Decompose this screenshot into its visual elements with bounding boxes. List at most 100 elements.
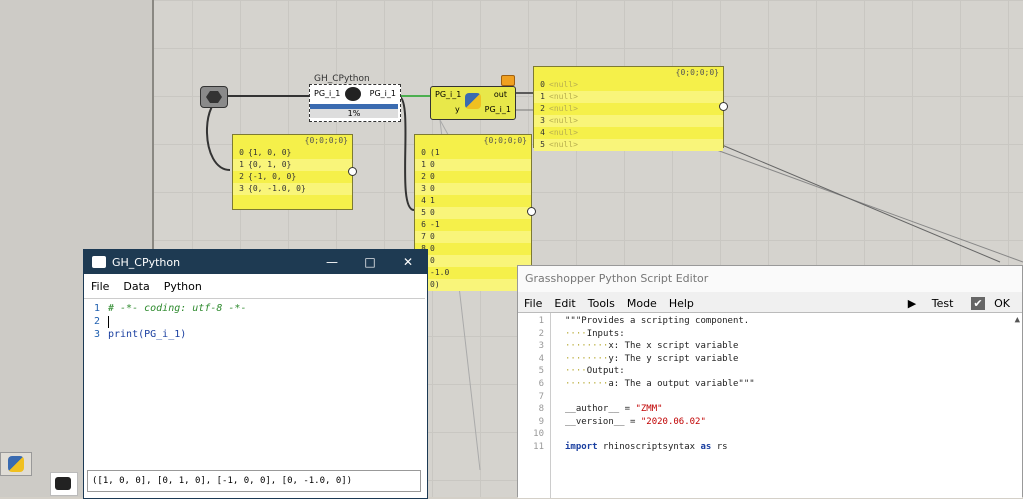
code-text: a: The a output variable""": [608, 379, 755, 389]
gh-dock-icon[interactable]: [50, 472, 78, 496]
panel-row: 0 (1: [415, 147, 531, 159]
menu-mode[interactable]: Mode: [621, 297, 663, 310]
test-label: Test: [931, 296, 954, 310]
panel-rows: 0 <null> 1 <null> 2 <null> 3 <null> 4 <null> 5 <nul…: [534, 79, 723, 151]
row-value: {1, 0, 0}: [248, 148, 292, 157]
gh-cpython-component[interactable]: GH_CPython PG_i_1 PG_i_1 1%: [309, 74, 401, 122]
close-icon[interactable]: ✕: [389, 250, 427, 274]
indent-guide: ····: [565, 328, 587, 339]
menu-file[interactable]: File: [84, 280, 116, 293]
panel-row: 70: [415, 231, 531, 243]
line-number: 9: [538, 416, 544, 427]
panel-row: 1 {0, 1, 0}: [233, 159, 352, 171]
window-titlebar[interactable]: GH_CPython — □ ✕: [84, 250, 427, 274]
panel-grip[interactable]: [719, 102, 728, 111]
play-icon: ▶: [907, 296, 917, 310]
warning-badge: [501, 75, 515, 86]
panel-row: 2 {-1, 0, 0}: [233, 171, 352, 183]
panel-row: 3 {0, -1.0, 0}: [233, 183, 352, 195]
ok-button[interactable]: ✔ OK: [965, 296, 1022, 310]
row-index: 4: [421, 196, 426, 205]
output-console: ([1, 0, 0], [0, 1, 0], [-1, 0, 0], [0, -…: [87, 470, 421, 492]
hexagon-icon: [206, 91, 222, 103]
code-line: """Provides a scripting component.: [565, 316, 749, 326]
scroll-up-icon[interactable]: ▲: [1015, 315, 1020, 325]
row-index: 2: [239, 172, 244, 181]
code-text: __version__ =: [565, 416, 641, 427]
panel-grip[interactable]: [348, 167, 357, 176]
test-button[interactable]: ▶ Test: [896, 297, 966, 310]
hex-param-component[interactable]: [200, 86, 228, 108]
panel-row: 10: [415, 159, 531, 171]
row-value: <null>: [549, 104, 578, 113]
output-out-label: out: [493, 90, 507, 99]
menu-data[interactable]: Data: [116, 280, 156, 293]
python-dock-icon[interactable]: [0, 452, 32, 476]
panel-header: {0;0;0;0}: [304, 136, 348, 145]
menu-python[interactable]: Python: [157, 280, 209, 293]
row-value: 0: [430, 172, 435, 181]
code-line: import rhinoscriptsyntax as rs: [565, 442, 728, 452]
row-value: 0: [430, 244, 435, 253]
panel-row: 5 <null>: [534, 139, 723, 151]
python-script-component[interactable]: PG_i_1 y out PG_i_1: [430, 86, 516, 120]
row-index: 4: [540, 128, 545, 137]
python-logo-icon: [345, 87, 361, 101]
line-number: 11: [533, 442, 544, 452]
menu-edit[interactable]: Edit: [548, 297, 581, 310]
row-value: <null>: [549, 140, 578, 149]
row-index: 5: [421, 208, 426, 217]
input-y-label: y: [455, 105, 460, 114]
line-number: 3: [538, 341, 544, 352]
ok-label: OK: [994, 296, 1010, 310]
panel-grip[interactable]: [527, 207, 536, 216]
panel-output-values[interactable]: {0;0;0;0} 0(110203041506-1708090-1.00): [414, 134, 532, 291]
panel-row: 4 <null>: [534, 127, 723, 139]
panel-null-values[interactable]: {0;0;0;0} 0 <null> 1 <null> 2 <null> 3 <null> 4 <…: [533, 66, 724, 151]
output-label: PG_i_1: [484, 105, 511, 114]
indent-guide: ····: [565, 366, 587, 377]
string-literal: "2020.06.02": [640, 416, 706, 427]
code-text: Inputs:: [586, 328, 625, 339]
panel-row: 90: [415, 255, 531, 267]
row-value: {0, -1.0, 0}: [248, 184, 306, 193]
line-number: 6: [538, 379, 544, 389]
row-value: 0: [430, 160, 435, 169]
row-value: (1: [430, 148, 440, 157]
row-value: {0, 1, 0}: [248, 160, 292, 169]
row-value: <null>: [549, 92, 578, 101]
row-value: <null>: [549, 116, 578, 125]
panel-header: {0;0;0;0}: [483, 136, 527, 145]
row-value: -1: [430, 220, 440, 229]
menu-tools[interactable]: Tools: [582, 297, 621, 310]
code-line: ····Inputs:: [565, 329, 625, 339]
code-editor[interactable]: 1 # -*- coding: utf-8 -*- 2 3 print(PG_i…: [84, 298, 425, 469]
module-name: rhinoscriptsyntax: [597, 442, 701, 452]
code-line: ········a: The a output variable""": [565, 379, 755, 389]
row-index: 0: [421, 148, 426, 157]
wire-dim: [721, 144, 1001, 263]
panel-header: {0;0;0;0}: [675, 68, 719, 77]
menu-help[interactable]: Help: [663, 297, 700, 310]
line-number: 5: [538, 366, 544, 377]
maximize-icon[interactable]: □: [351, 250, 389, 274]
line-number: 2: [93, 316, 100, 327]
code-line: ····Output:: [565, 366, 625, 376]
panel-row: 0 {1, 0, 0}: [233, 147, 352, 159]
indent-guide: ········: [565, 341, 609, 352]
code-editor[interactable]: 1 """Provides a scripting component. 2 ····…: [518, 312, 1022, 498]
panel-row: 1 <null>: [534, 91, 723, 103]
code-text: Output:: [586, 366, 625, 377]
panel-rows: 0(110203041506-1708090-1.00): [415, 147, 531, 291]
panel-row: 80: [415, 243, 531, 255]
row-index: 3: [421, 184, 426, 193]
python-logo-icon: [8, 456, 24, 472]
panel-row: 0 <null>: [534, 79, 723, 91]
menu-file[interactable]: File: [518, 297, 548, 310]
gh-logo-icon: [55, 477, 71, 490]
string-literal: "ZMM": [635, 404, 663, 415]
minimize-icon[interactable]: —: [313, 250, 351, 274]
gh-cpython-window[interactable]: GH_CPython — □ ✕ File Data Python 1 # -*…: [83, 249, 428, 499]
script-editor-window[interactable]: Grasshopper Python Script Editor File Ed…: [517, 265, 1023, 498]
panel-input-vectors[interactable]: {0;0;0;0} 0 {1, 0, 0} 1 {0, 1, 0} 2 {-1, 0, 0…: [232, 134, 353, 210]
